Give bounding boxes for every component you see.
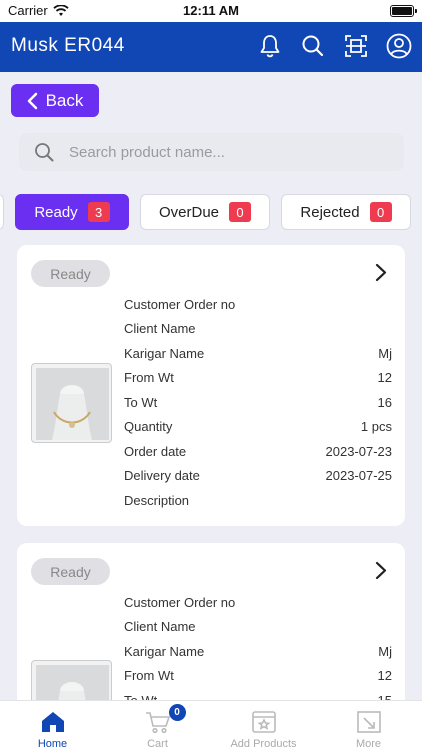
back-label: Back [45, 90, 84, 110]
battery-icon [390, 5, 417, 17]
tab-label: Home [37, 738, 68, 750]
detail-row: Customer Order no [124, 296, 236, 312]
detail-row: Karigar Name Mj [124, 345, 392, 361]
order-card[interactable]: Ready Customer Order no Client Name Kari… [17, 245, 405, 526]
search-bar [19, 133, 404, 171]
tab-label: Ready [34, 203, 78, 221]
order-details: Customer Order no Client Name Karigar Na… [124, 292, 392, 513]
chevron-right-icon[interactable] [375, 561, 387, 580]
product-image [31, 363, 112, 443]
page-title: Musk ER044 [11, 35, 125, 56]
detail-row: Quantity 1 pcs [124, 419, 392, 435]
detail-row: To Wt 16 [124, 394, 392, 410]
tab-add-products[interactable]: Add Products [211, 701, 316, 750]
detail-row: Client Name [124, 321, 196, 337]
search-icon [35, 143, 54, 162]
home-icon [41, 712, 64, 732]
add-products-icon [251, 711, 276, 733]
status-badge: Ready [31, 558, 110, 585]
tab-cart[interactable]: 0 Cart [105, 701, 210, 750]
tab-rejected[interactable]: Rejected 0 [281, 194, 411, 230]
chevron-left-icon [27, 92, 37, 109]
bottom-tab-bar: Home 0 Cart Add Products More [0, 700, 422, 750]
chevron-right-icon[interactable] [375, 263, 387, 282]
tab-count-badge: 3 [87, 202, 110, 222]
tab-label: More [355, 738, 382, 750]
tab-label: Add Products [230, 738, 297, 750]
app-bar: Musk ER044 [0, 22, 422, 72]
detail-row: From Wt 12 [124, 668, 392, 684]
scan-icon[interactable] [343, 33, 369, 59]
bell-icon[interactable] [257, 33, 283, 59]
cart-count-badge: 0 [168, 704, 186, 721]
status-badge: Ready [31, 260, 110, 287]
tab-more[interactable]: More [316, 701, 421, 750]
tab-label: Rejected [300, 203, 360, 221]
status-bar: Carrier 12:11 AM [0, 0, 422, 22]
detail-row: Client Name [124, 619, 196, 635]
tab-ready[interactable]: Ready 3 [15, 194, 129, 230]
status-time: 12:11 AM [183, 3, 239, 18]
search-input[interactable] [69, 133, 389, 171]
profile-icon[interactable] [386, 33, 412, 59]
detail-row: Description [124, 492, 190, 508]
back-button[interactable]: Back [11, 84, 99, 117]
tab-count-badge: 0 [369, 202, 392, 222]
detail-row: Karigar Name Mj [124, 643, 392, 659]
tab-overdue[interactable]: OverDue 0 [140, 194, 270, 230]
detail-row: Customer Order no [124, 594, 236, 610]
tab-count-badge: 0 [229, 202, 252, 222]
search-icon[interactable] [300, 33, 326, 59]
tab-label: Cart [147, 738, 168, 750]
detail-row: Order date 2023-07-23 [124, 443, 392, 459]
tab-previous-partial[interactable] [0, 194, 4, 230]
order-details: Customer Order no Client Name Karigar Na… [124, 590, 392, 713]
detail-row: From Wt 12 [124, 370, 392, 386]
cart-icon [145, 712, 170, 734]
detail-row: Delivery date 2023-07-25 [124, 468, 392, 484]
more-icon [356, 711, 381, 733]
tab-home[interactable]: Home [0, 701, 105, 750]
status-tabs: Ready 3 OverDue 0 Rejected 0 [0, 194, 422, 230]
tab-label: OverDue [158, 203, 220, 221]
